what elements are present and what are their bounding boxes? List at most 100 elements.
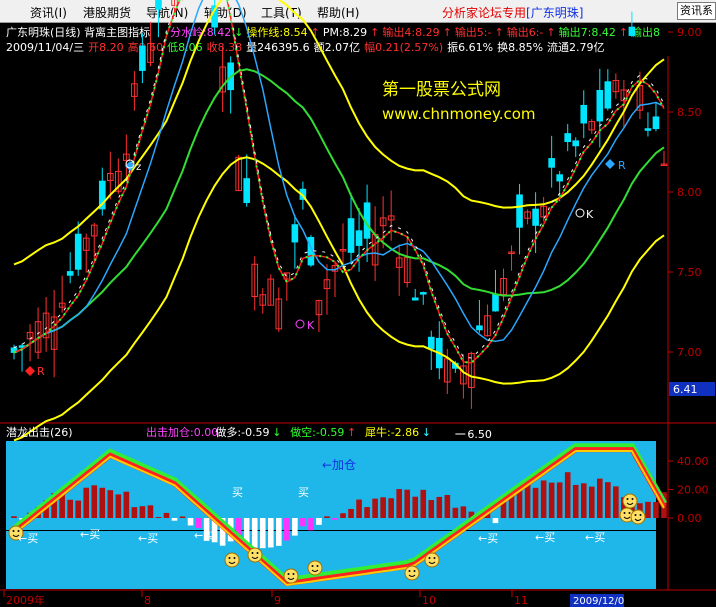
histogram-bar: [564, 472, 571, 518]
candle: [267, 274, 275, 306]
upper-band-line: [13, 0, 665, 266]
sub-indicator-arrow-3: ↓: [422, 426, 431, 439]
candle-body: [427, 336, 435, 350]
histogram-bar: [388, 498, 394, 518]
candle: [476, 299, 483, 333]
candle-body: [476, 325, 483, 331]
sub-indicator-1: 做多:-0.59: [215, 425, 269, 439]
smiley-face: [224, 552, 240, 568]
histogram-bar: [444, 495, 451, 518]
candle-body: [596, 89, 604, 122]
histogram-bar: [532, 487, 539, 518]
histogram-bar: [452, 507, 459, 518]
watermark-site: 第一股票公式网: [382, 80, 501, 100]
date-label-3: 10: [422, 594, 436, 607]
histogram-bar: [67, 499, 73, 518]
smiley-eye: [634, 514, 637, 516]
histogram-bar: [596, 478, 603, 518]
histogram-bar: [171, 518, 178, 521]
histogram-bar: [556, 482, 563, 518]
candle: [419, 291, 427, 305]
candle: [628, 11, 636, 37]
candle-body: [564, 133, 572, 143]
lower-band-line: [13, 156, 665, 442]
histogram-bar: [396, 489, 402, 518]
smiley-icon-3: [283, 568, 299, 584]
histogram-bar: [605, 482, 611, 518]
histogram-bar: [139, 506, 146, 518]
histogram-bar: [251, 518, 258, 550]
histogram-bar: [364, 507, 370, 518]
date-label-2: 9: [274, 594, 281, 607]
candle: [74, 221, 82, 276]
candle-body: [548, 158, 555, 168]
histogram-bar: [115, 494, 122, 518]
histogram-bar: [412, 496, 419, 518]
candle: [564, 124, 572, 152]
histogram-bar: [99, 487, 106, 518]
buy-label-2: ←买: [138, 532, 158, 545]
candle: [588, 119, 596, 135]
candle-body: [628, 26, 636, 36]
candle: [42, 296, 50, 352]
smiley-eye: [631, 498, 634, 500]
histogram-bar: [300, 518, 306, 527]
histogram-bar: [11, 516, 17, 518]
candle-body: [580, 104, 588, 124]
histogram-bar: [276, 518, 282, 546]
candle-body: [516, 194, 523, 228]
z-label-1: z: [136, 162, 141, 173]
stock-chart[interactable]: 10.5010.009.509.008.508.007.507.006.4110…: [0, 0, 716, 607]
smiley-eye: [311, 565, 314, 567]
smiley-icon-4: [307, 560, 323, 576]
buy-label-up-1: 买: [298, 486, 309, 499]
smiley-icon-6: [424, 552, 440, 568]
buy-label-5: ←买: [535, 531, 555, 544]
smiley-eye: [12, 530, 15, 532]
histogram-bar: [107, 490, 114, 518]
r-marker-blue-2: [605, 159, 615, 169]
histogram-bar: [284, 518, 290, 541]
histogram-bar: [428, 500, 435, 518]
r-label-blue: R: [618, 159, 626, 172]
date-label-1: 8: [144, 594, 151, 607]
candles-group: [10, 0, 668, 409]
candle-body: [644, 128, 652, 131]
smiley-icon-1: [224, 552, 240, 568]
smiley-eye: [626, 498, 629, 500]
low-price-label: 6.50: [467, 428, 492, 441]
smiley-icon-7: [622, 493, 638, 509]
candle: [259, 288, 267, 314]
candle: [50, 289, 58, 378]
candle: [251, 256, 259, 311]
histogram-bar: [420, 489, 427, 518]
current-price-tag: 6.41: [673, 383, 698, 396]
k-label-3: K: [586, 208, 594, 221]
histogram-bar: [540, 480, 547, 518]
histogram-bar: [179, 516, 186, 518]
smiley-eye: [251, 552, 254, 554]
candle: [58, 275, 66, 313]
candle: [347, 193, 355, 265]
smiley-eye: [292, 573, 295, 575]
operation-line: [13, 0, 665, 354]
histogram-bar: [340, 513, 346, 518]
candle: [660, 150, 668, 166]
candle-body: [492, 293, 499, 312]
histogram-bar: [332, 518, 338, 520]
candle: [652, 102, 660, 132]
smiley-eye: [639, 514, 642, 516]
histogram-bar: [588, 486, 595, 518]
candle-body: [355, 230, 363, 246]
histogram-bar: [187, 518, 194, 526]
smiley-eye: [287, 573, 290, 575]
histogram-bar: [292, 518, 298, 536]
price-tick-label-6: 7.50: [677, 266, 702, 279]
candle: [508, 245, 515, 271]
histogram-bar: [75, 500, 82, 518]
sub-title: 潜龙出击(26): [6, 425, 73, 439]
candle-body: [556, 174, 563, 182]
histogram-bar: [267, 518, 274, 548]
histogram-bar: [645, 501, 651, 518]
histogram-bar: [163, 512, 170, 518]
